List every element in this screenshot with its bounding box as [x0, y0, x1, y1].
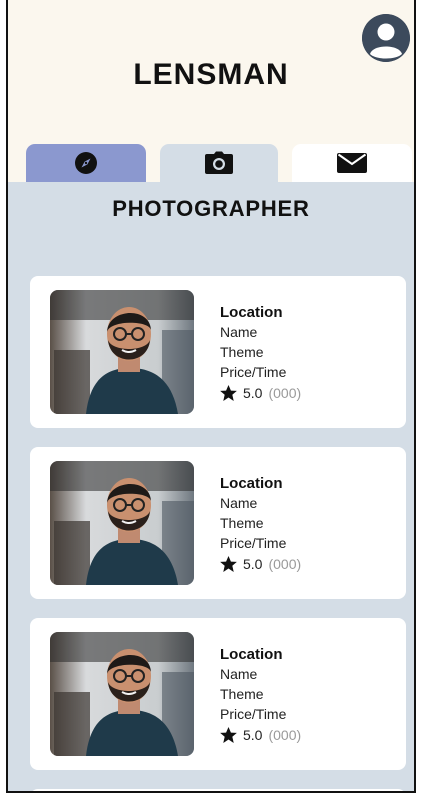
photographer-rating: 5.0 (000)	[220, 554, 301, 574]
photographer-info: Location Name Theme Price/Time 5.0 (000)	[220, 475, 301, 574]
review-count: (000)	[268, 556, 302, 572]
user-icon	[362, 14, 410, 62]
review-count: (000)	[268, 385, 302, 401]
photographer-theme: Theme	[220, 686, 264, 702]
photographer-info: Location Name Theme Price/Time 5.0 (000)	[220, 646, 301, 745]
photographer-rating: 5.0 (000)	[220, 725, 301, 745]
camera-icon	[205, 151, 233, 174]
app-frame: LENSMAN PHOTOGRAPHER Location Name Theme…	[6, 0, 416, 793]
photographer-name: Name	[220, 495, 258, 511]
photographer-price: Price/Time	[220, 535, 287, 551]
photographer-theme: Theme	[220, 344, 264, 360]
profile-avatar-button[interactable]	[362, 14, 410, 62]
tab-explore[interactable]	[26, 144, 146, 182]
photographer-card[interactable]: Location Name Theme Price/Time 5.0 (000)	[30, 618, 406, 770]
star-icon	[220, 727, 237, 743]
tab-bar	[8, 144, 414, 182]
envelope-icon	[337, 153, 367, 173]
photographer-photo	[50, 632, 194, 756]
rating-score: 5.0	[243, 385, 263, 401]
photographer-card[interactable]: Location Name Theme Price/Time 5.0 (000)	[30, 447, 406, 599]
photographer-photo	[50, 461, 194, 585]
photographer-location: Location	[220, 646, 283, 663]
photographer-location: Location	[220, 475, 283, 492]
review-count: (000)	[268, 727, 302, 743]
app-title: LENSMAN	[133, 58, 289, 91]
tab-messages[interactable]	[292, 144, 412, 182]
compass-icon	[75, 152, 97, 174]
photographer-name: Name	[220, 324, 258, 340]
photographer-theme: Theme	[220, 515, 264, 531]
photographer-photo	[50, 290, 194, 414]
star-icon	[220, 385, 237, 401]
photographer-rating: 5.0 (000)	[220, 383, 301, 403]
photographer-card[interactable]: Location Name Theme Price/Time 5.0 (000)	[30, 276, 406, 428]
photographer-location: Location	[220, 304, 283, 321]
photographer-card-partial[interactable]	[30, 789, 406, 791]
section-title: PHOTOGRAPHER	[112, 196, 310, 221]
header: LENSMAN	[8, 0, 414, 182]
rating-score: 5.0	[243, 556, 263, 572]
photographer-price: Price/Time	[220, 706, 287, 722]
photographer-name: Name	[220, 666, 258, 682]
star-icon	[220, 556, 237, 572]
photographer-price: Price/Time	[220, 364, 287, 380]
tab-camera[interactable]	[160, 144, 278, 182]
rating-score: 5.0	[243, 727, 263, 743]
photographer-info: Location Name Theme Price/Time 5.0 (000)	[220, 304, 301, 403]
